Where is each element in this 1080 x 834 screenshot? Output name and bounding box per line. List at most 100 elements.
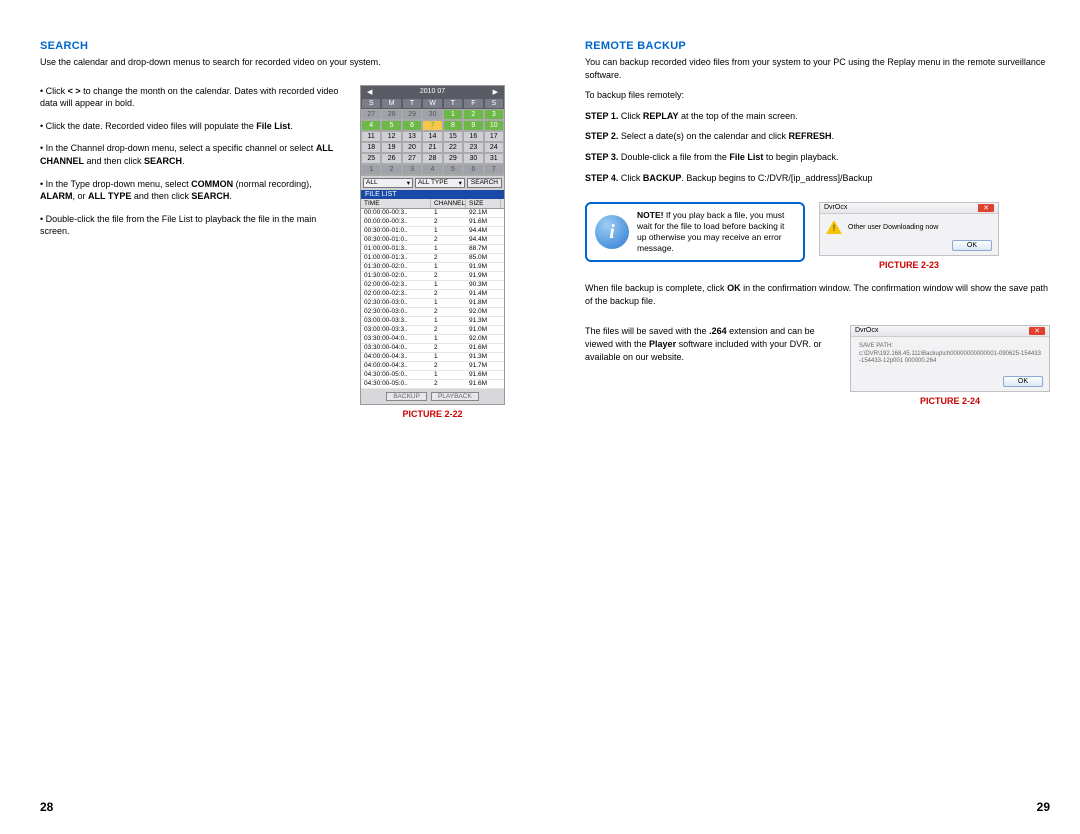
calendar-day[interactable]: 11 bbox=[361, 131, 381, 142]
file-row[interactable]: 03:30:00-04:0..291.6M bbox=[361, 344, 504, 353]
note-box: i NOTE! If you play back a file, you mus… bbox=[585, 202, 805, 262]
calendar-dow: T bbox=[402, 98, 422, 109]
file-row[interactable]: 02:00:00-02:3..190.3M bbox=[361, 281, 504, 290]
calendar-dow: S bbox=[484, 98, 504, 109]
calendar-day[interactable]: 5 bbox=[381, 120, 401, 131]
calendar-day[interactable]: 29 bbox=[402, 109, 422, 120]
note-text: NOTE! If you play back a file, you must … bbox=[637, 210, 795, 254]
calendar-day[interactable]: 21 bbox=[422, 142, 442, 153]
file-row[interactable]: 00:00:00-00:3..192.1M bbox=[361, 209, 504, 218]
channel-dropdown[interactable]: ALL▾ bbox=[363, 178, 413, 188]
next-month-icon[interactable]: ▶ bbox=[493, 88, 498, 96]
file-row[interactable]: 04:30:00-05:0..191.6M bbox=[361, 371, 504, 380]
bullet-1: • Click < > to change the month on the c… bbox=[40, 85, 348, 110]
calendar-day[interactable]: 15 bbox=[443, 131, 463, 142]
calendar-day[interactable]: 10 bbox=[484, 120, 504, 131]
bullet-5: • Double-click the file from the File Li… bbox=[40, 213, 348, 238]
calendar-day[interactable]: 1 bbox=[443, 109, 463, 120]
file-row[interactable]: 04:00:00-04:3..191.3M bbox=[361, 353, 504, 362]
calendar-day[interactable]: 6 bbox=[402, 120, 422, 131]
calendar-day[interactable]: 9 bbox=[463, 120, 483, 131]
close-icon[interactable]: ✕ bbox=[1029, 327, 1045, 335]
file-row[interactable]: 04:00:00-04:3..291.7M bbox=[361, 362, 504, 371]
step: STEP 3. Double-click a file from the Fil… bbox=[585, 151, 1050, 164]
steps-list: STEP 1. Click REPLAY at the top of the m… bbox=[585, 110, 1050, 192]
file-row[interactable]: 04:30:00-05:0..291.6M bbox=[361, 380, 504, 389]
calendar-day[interactable]: 30 bbox=[422, 109, 442, 120]
playback-button[interactable]: PLAYBACK bbox=[431, 392, 479, 401]
file-row[interactable]: 00:00:00-00:3..291.6M bbox=[361, 218, 504, 227]
calendar-day[interactable]: 5 bbox=[443, 164, 463, 175]
calendar-day[interactable]: 27 bbox=[361, 109, 381, 120]
dialog-titlebar: DvrOcx ✕ bbox=[820, 203, 998, 214]
calendar-day[interactable]: 7 bbox=[422, 120, 442, 131]
calendar-day[interactable]: 27 bbox=[402, 153, 422, 164]
calendar-dow: W bbox=[422, 98, 442, 109]
file-row[interactable]: 00:30:00-01:0..194.4M bbox=[361, 227, 504, 236]
dialog-message: Other user Downloading now bbox=[848, 224, 938, 231]
file-row[interactable]: 00:30:00-01:0..294.4M bbox=[361, 236, 504, 245]
calendar-day[interactable]: 3 bbox=[402, 164, 422, 175]
page-number-28: 28 bbox=[40, 800, 505, 814]
calendar-day[interactable]: 1 bbox=[361, 164, 381, 175]
search-intro: Use the calendar and drop-down menus to … bbox=[40, 56, 505, 69]
step: STEP 1. Click REPLAY at the top of the m… bbox=[585, 110, 1050, 123]
calendar-day[interactable]: 30 bbox=[463, 153, 483, 164]
calendar-day[interactable]: 28 bbox=[381, 109, 401, 120]
page-number-29: 29 bbox=[585, 800, 1050, 814]
calendar-day[interactable]: 14 bbox=[422, 131, 442, 142]
file-row[interactable]: 02:30:00-03:0..292.0M bbox=[361, 308, 504, 317]
calendar-day[interactable]: 19 bbox=[381, 142, 401, 153]
prev-month-icon[interactable]: ◀ bbox=[367, 88, 372, 96]
calendar-day[interactable]: 31 bbox=[484, 153, 504, 164]
calendar-day[interactable]: 26 bbox=[381, 153, 401, 164]
ok-button[interactable]: OK bbox=[952, 240, 992, 251]
calendar-day[interactable]: 28 bbox=[422, 153, 442, 164]
file-row[interactable]: 02:00:00-02:3..291.4M bbox=[361, 290, 504, 299]
calendar-day[interactable]: 29 bbox=[443, 153, 463, 164]
picture-2-22: ◀ 2010 07 ▶ SMTWTFS 27282930123456789101… bbox=[360, 85, 505, 405]
file-row[interactable]: 03:00:00-03:3..191.3M bbox=[361, 317, 504, 326]
file-row[interactable]: 01:00:00-01:3..188.7M bbox=[361, 245, 504, 254]
file-row[interactable]: 01:30:00-02:0..291.9M bbox=[361, 272, 504, 281]
calendar-day[interactable]: 4 bbox=[361, 120, 381, 131]
calendar-day[interactable]: 3 bbox=[484, 109, 504, 120]
file-list-header: FILE LIST bbox=[361, 190, 504, 199]
calendar-day[interactable]: 24 bbox=[484, 142, 504, 153]
calendar-day[interactable]: 12 bbox=[381, 131, 401, 142]
calendar-grid[interactable]: 2728293012345678910111213141516171819202… bbox=[361, 109, 504, 175]
step: STEP 4. Click BACKUP. Backup begins to C… bbox=[585, 172, 1050, 185]
ok-button[interactable]: OK bbox=[1003, 376, 1043, 387]
remote-backup-lead: To backup files remotely: bbox=[585, 89, 1050, 102]
calendar-day[interactable]: 2 bbox=[381, 164, 401, 175]
calendar-day[interactable]: 2 bbox=[463, 109, 483, 120]
file-list[interactable]: 00:00:00-00:3..192.1M00:00:00-00:3..291.… bbox=[361, 209, 504, 389]
file-list-columns: TIME CHANNEL SIZE bbox=[361, 199, 504, 209]
after-note-para: When file backup is complete, click OK i… bbox=[585, 282, 1050, 307]
file-row[interactable]: 01:30:00-02:0..191.9M bbox=[361, 263, 504, 272]
file-row[interactable]: 03:30:00-04:0..192.0M bbox=[361, 335, 504, 344]
picture-2-24-caption: PICTURE 2-24 bbox=[920, 396, 980, 406]
type-dropdown[interactable]: ALL TYPE▾ bbox=[415, 178, 465, 188]
note-and-dialog-row: i NOTE! If you play back a file, you mus… bbox=[585, 202, 1050, 270]
file-row[interactable]: 02:30:00-03:0..191.8M bbox=[361, 299, 504, 308]
calendar-day[interactable]: 4 bbox=[422, 164, 442, 175]
close-icon[interactable]: ✕ bbox=[978, 204, 994, 212]
calendar-day[interactable]: 23 bbox=[463, 142, 483, 153]
calendar-day[interactable]: 8 bbox=[443, 120, 463, 131]
calendar-day[interactable]: 25 bbox=[361, 153, 381, 164]
calendar-day[interactable]: 16 bbox=[463, 131, 483, 142]
calendar-day[interactable]: 18 bbox=[361, 142, 381, 153]
calendar-day[interactable]: 7 bbox=[484, 164, 504, 175]
calendar-day[interactable]: 22 bbox=[443, 142, 463, 153]
heading-remote-backup: REMOTE BACKUP bbox=[585, 40, 1050, 52]
calendar-day[interactable]: 13 bbox=[402, 131, 422, 142]
calendar-day[interactable]: 6 bbox=[463, 164, 483, 175]
file-row[interactable]: 03:00:00-03:3..291.0M bbox=[361, 326, 504, 335]
calendar-day[interactable]: 17 bbox=[484, 131, 504, 142]
calendar-day[interactable]: 20 bbox=[402, 142, 422, 153]
search-button[interactable]: SEARCH bbox=[467, 178, 502, 188]
file-row[interactable]: 01:00:00-01:3..285.0M bbox=[361, 254, 504, 263]
calendar-dow: F bbox=[463, 98, 483, 109]
backup-button[interactable]: BACKUP bbox=[386, 392, 427, 401]
